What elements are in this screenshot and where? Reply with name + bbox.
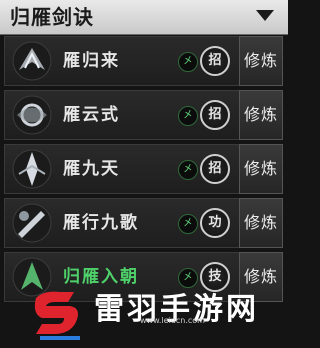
skill-name: 雁归来 [63,51,120,71]
skill-name: 雁行九歌 [63,213,139,233]
skill-tree-title: 归雁剑诀 [10,5,94,29]
skill-row: 雁九天 㐅 招 修炼 [4,144,283,194]
skill-status-badge: 㐅 [178,268,198,288]
skill-type-seal: 招 [200,154,230,184]
skill-type-seal: 招 [200,46,230,76]
skill-row: 雁行九歌 㐅 功 修炼 [4,198,283,248]
skill-status-badge: 㐅 [178,106,198,126]
skill-type-seal: 功 [200,208,230,238]
skill-type-seal: 招 [200,100,230,130]
train-button[interactable]: 修炼 [239,198,283,248]
skill-name: 雁九天 [63,159,120,179]
watermark-logo-icon [34,291,80,340]
skill-row: 雁云式 㐅 招 修炼 [4,90,283,140]
sword-skill-icon [12,149,52,189]
train-button[interactable]: 修炼 [239,144,283,194]
skill-status-badge: 㐅 [178,160,198,180]
skill-name: 雁云式 [63,105,120,125]
skill-row: 雁归来 㐅 招 修炼 [4,36,283,86]
train-button[interactable]: 修炼 [239,36,283,86]
sword-skill-icon [12,95,52,135]
site-watermark: 雷羽手游网 www.leiucn.com [30,286,288,348]
sword-skill-icon [12,41,52,81]
train-button[interactable]: 修炼 [239,90,283,140]
dropdown-arrow-icon[interactable] [256,10,274,21]
skill-status-badge: 㐅 [178,214,198,234]
skill-status-badge: 㐅 [178,52,198,72]
skill-tree-header[interactable]: 归雁剑诀 [0,0,288,35]
watermark-url: www.leiucn.com [140,316,205,325]
sword-skill-icon [12,203,52,243]
